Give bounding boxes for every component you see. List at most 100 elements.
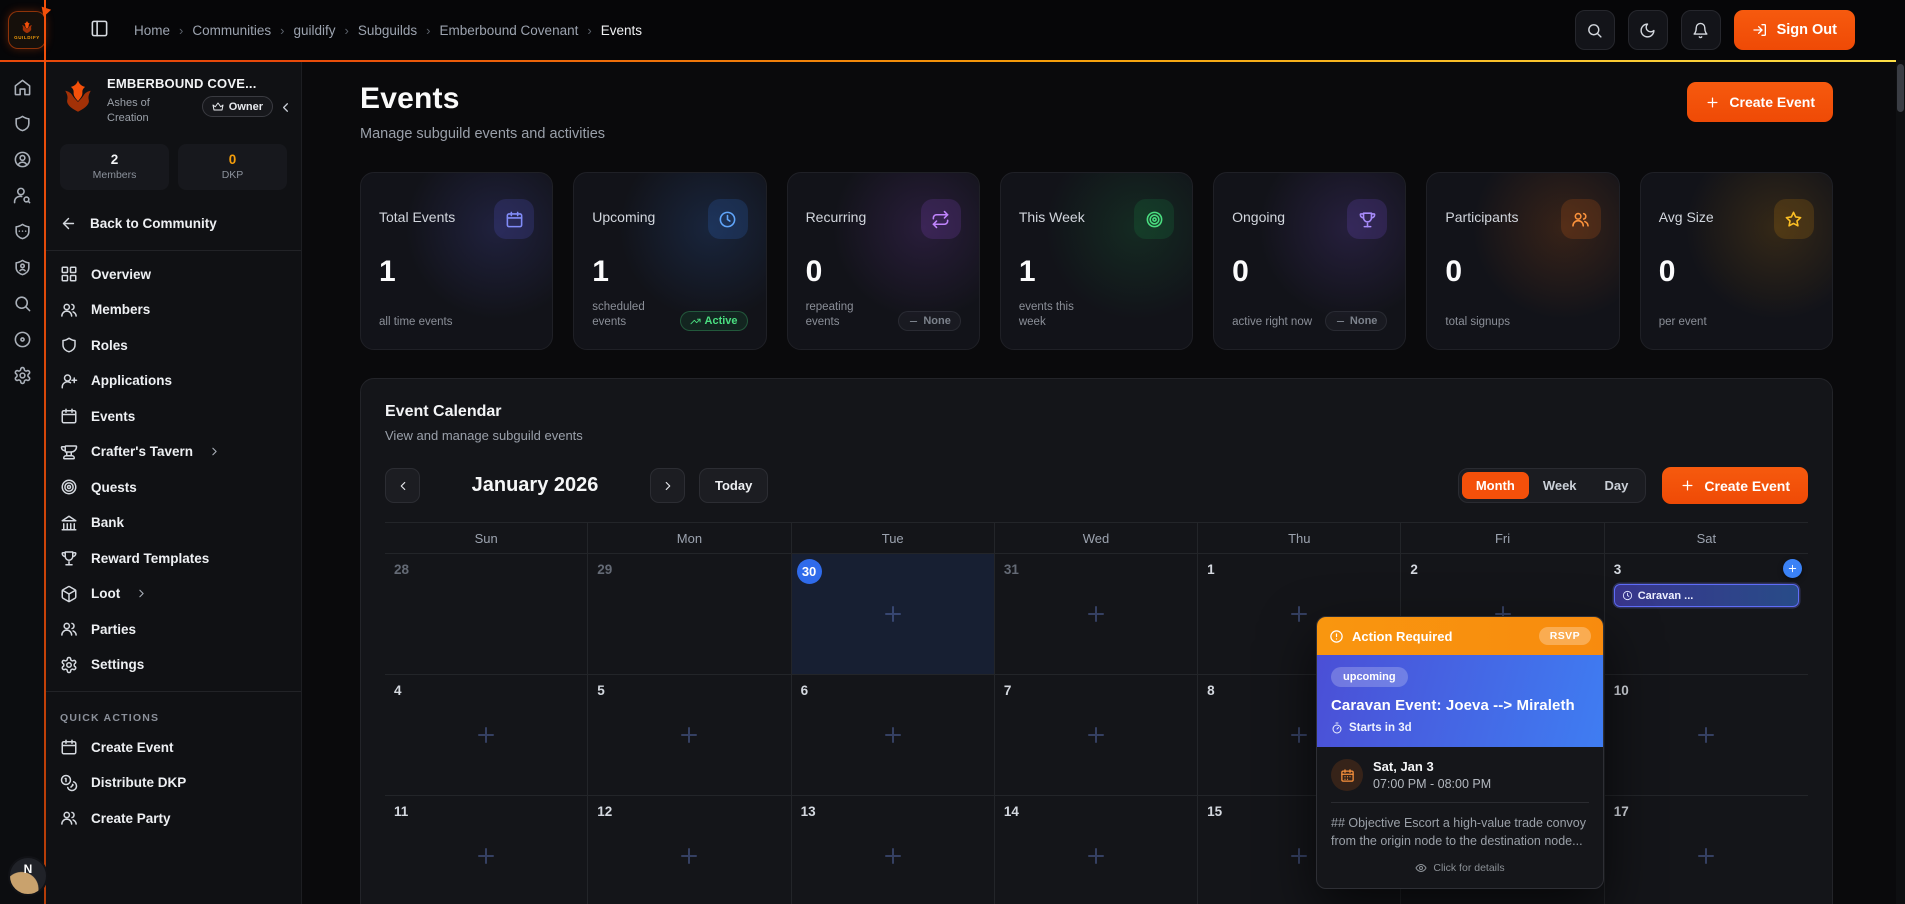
sidebar-divider xyxy=(44,250,301,251)
sidebar-item-loot[interactable]: Loot xyxy=(44,576,301,612)
sidebar-item-settings[interactable]: Settings xyxy=(44,647,301,683)
today-button[interactable]: Today xyxy=(699,468,768,503)
calendar-cell-12[interactable]: 12 xyxy=(588,796,791,904)
back-to-community-button[interactable]: Back to Community xyxy=(44,206,301,242)
calendar-cell-17[interactable]: 17 xyxy=(1605,796,1808,904)
sidebar-item-overview[interactable]: Overview xyxy=(44,257,301,293)
event-title: Caravan Event: Joeva --> Miraleth xyxy=(1331,697,1589,714)
bell-icon xyxy=(1692,22,1709,39)
quick-actions-nav: Create EventDistribute DKPCreate Party xyxy=(44,730,301,837)
notifications-button[interactable] xyxy=(1681,10,1721,50)
calendar-cell-13[interactable]: 13 xyxy=(792,796,995,904)
card-icon-box xyxy=(1774,199,1814,239)
prev-month-button[interactable] xyxy=(385,468,420,503)
sidebar-item-applications[interactable]: Applications xyxy=(44,363,301,399)
rail-item-shield-user[interactable] xyxy=(4,249,40,285)
card-value: 0 xyxy=(1445,255,1600,289)
rail-item-shield-ellipsis[interactable] xyxy=(4,213,40,249)
top-navbar: GUILDIFY Home›Communities›guildify›Subgu… xyxy=(0,0,1905,60)
popup-event-details: Sat, Jan 3 07:00 PM - 08:00 PM ## Object… xyxy=(1317,747,1603,888)
sidebar-item-quests[interactable]: Quests xyxy=(44,470,301,506)
calendar-cell-6[interactable]: 6 xyxy=(792,675,995,796)
view-tab-month[interactable]: Month xyxy=(1462,472,1529,499)
sidebar-item-events[interactable]: Events xyxy=(44,399,301,435)
calendar-subtitle: View and manage subguild events xyxy=(385,428,1808,443)
calendar-cell-4[interactable]: 4 xyxy=(385,675,588,796)
breadcrumb-item-home[interactable]: Home xyxy=(134,23,170,38)
user-avatar[interactable]: N xyxy=(8,856,48,896)
view-tab-week[interactable]: Week xyxy=(1529,472,1591,499)
sidebar-item-bank[interactable]: Bank xyxy=(44,505,301,541)
breadcrumb-item-subguilds[interactable]: Subguilds xyxy=(358,23,417,38)
app-logo[interactable]: GUILDIFY xyxy=(8,11,46,49)
quick-action-distribute-dkp[interactable]: Distribute DKP xyxy=(44,765,301,801)
calendar-title: Event Calendar xyxy=(385,403,1808,421)
rail-item-user-circle[interactable] xyxy=(4,141,40,177)
sidebar-collapse-button[interactable] xyxy=(276,100,294,118)
breadcrumb-item-emberbound-covenant[interactable]: Emberbound Covenant xyxy=(440,23,579,38)
day-header-sun: Sun xyxy=(385,523,588,553)
quick-action-create-event[interactable]: Create Event xyxy=(44,730,301,766)
calendar-cell-11[interactable]: 11 xyxy=(385,796,588,904)
breadcrumb-item-guildify[interactable]: guildify xyxy=(293,23,335,38)
target-icon xyxy=(1145,210,1164,229)
breadcrumb-item-communities[interactable]: Communities xyxy=(192,23,271,38)
rail-item-shield[interactable] xyxy=(4,105,40,141)
chevron-right-icon xyxy=(661,479,675,493)
rail-item-disc[interactable] xyxy=(4,321,40,357)
rail-item-gear[interactable] xyxy=(4,357,40,393)
calendar-cell-3[interactable]: 3Caravan ... xyxy=(1605,554,1808,675)
plus-icon xyxy=(1084,602,1108,626)
calendar-cell-10[interactable]: 10 xyxy=(1605,675,1808,796)
calendar-event-chip[interactable]: Caravan ... xyxy=(1614,584,1799,607)
rail-item-user-search[interactable] xyxy=(4,177,40,213)
plus-icon xyxy=(1287,844,1311,868)
quick-action-create-party[interactable]: Create Party xyxy=(44,801,301,837)
sidebar-item-roles[interactable]: Roles xyxy=(44,328,301,364)
rail-item-home[interactable] xyxy=(4,69,40,105)
sidebar-item-parties[interactable]: Parties xyxy=(44,612,301,648)
stat-card-participants: Participants0total signups xyxy=(1426,172,1619,350)
page-scrollbar[interactable] xyxy=(1896,60,1905,904)
scrollbar-thumb[interactable] xyxy=(1897,64,1904,112)
rail-item-search[interactable] xyxy=(4,285,40,321)
plus-icon xyxy=(1084,844,1108,868)
calendar-cell-30[interactable]: 30 xyxy=(792,554,995,675)
grid-icon xyxy=(60,265,78,283)
plus-icon xyxy=(1680,478,1695,493)
repeat-icon xyxy=(931,210,950,229)
sidebar-item-crafter-s-tavern[interactable]: Crafter's Tavern xyxy=(44,434,301,470)
sidebar-accent-line xyxy=(44,0,46,904)
search-button[interactable] xyxy=(1575,10,1615,50)
event-date: Sat, Jan 3 xyxy=(1373,759,1491,774)
calendar-cell-14[interactable]: 14 xyxy=(995,796,1198,904)
sidebar-toggle-button[interactable] xyxy=(84,15,114,45)
event-popup[interactable]: Action Required RSVP upcoming Caravan Ev… xyxy=(1316,616,1604,889)
next-month-button[interactable] xyxy=(650,468,685,503)
calendar-create-event-button[interactable]: Create Event xyxy=(1662,467,1808,504)
sign-out-button[interactable]: Sign Out xyxy=(1734,10,1855,50)
view-tab-day[interactable]: Day xyxy=(1591,472,1643,499)
popup-divider xyxy=(1331,802,1589,803)
event-description: ## Objective Escort a high-value trade c… xyxy=(1331,814,1589,850)
breadcrumb-separator: › xyxy=(587,23,591,38)
calendar-cell-7[interactable]: 7 xyxy=(995,675,1198,796)
calendar-cell-31[interactable]: 31 xyxy=(995,554,1198,675)
cell-add-event-button[interactable] xyxy=(1783,559,1802,578)
create-event-button[interactable]: Create Event xyxy=(1687,82,1833,122)
guild-stat-dkp: 0DKP xyxy=(178,144,287,190)
calendar-cell-5[interactable]: 5 xyxy=(588,675,791,796)
sidebar-item-members[interactable]: Members xyxy=(44,292,301,328)
day-header-sat: Sat xyxy=(1605,523,1808,553)
breadcrumb-item-events[interactable]: Events xyxy=(601,23,642,38)
card-value: 0 xyxy=(806,255,961,289)
sidebar-item-reward-templates[interactable]: Reward Templates xyxy=(44,541,301,577)
calendar-cell-29[interactable]: 29 xyxy=(588,554,791,675)
card-value: 1 xyxy=(592,255,747,289)
guildify-logo-icon xyxy=(19,20,35,34)
guild-emblem-icon xyxy=(60,78,96,114)
users-icon xyxy=(1571,210,1590,229)
calendar-icon xyxy=(505,210,524,229)
theme-toggle-button[interactable] xyxy=(1628,10,1668,50)
calendar-cell-28[interactable]: 28 xyxy=(385,554,588,675)
